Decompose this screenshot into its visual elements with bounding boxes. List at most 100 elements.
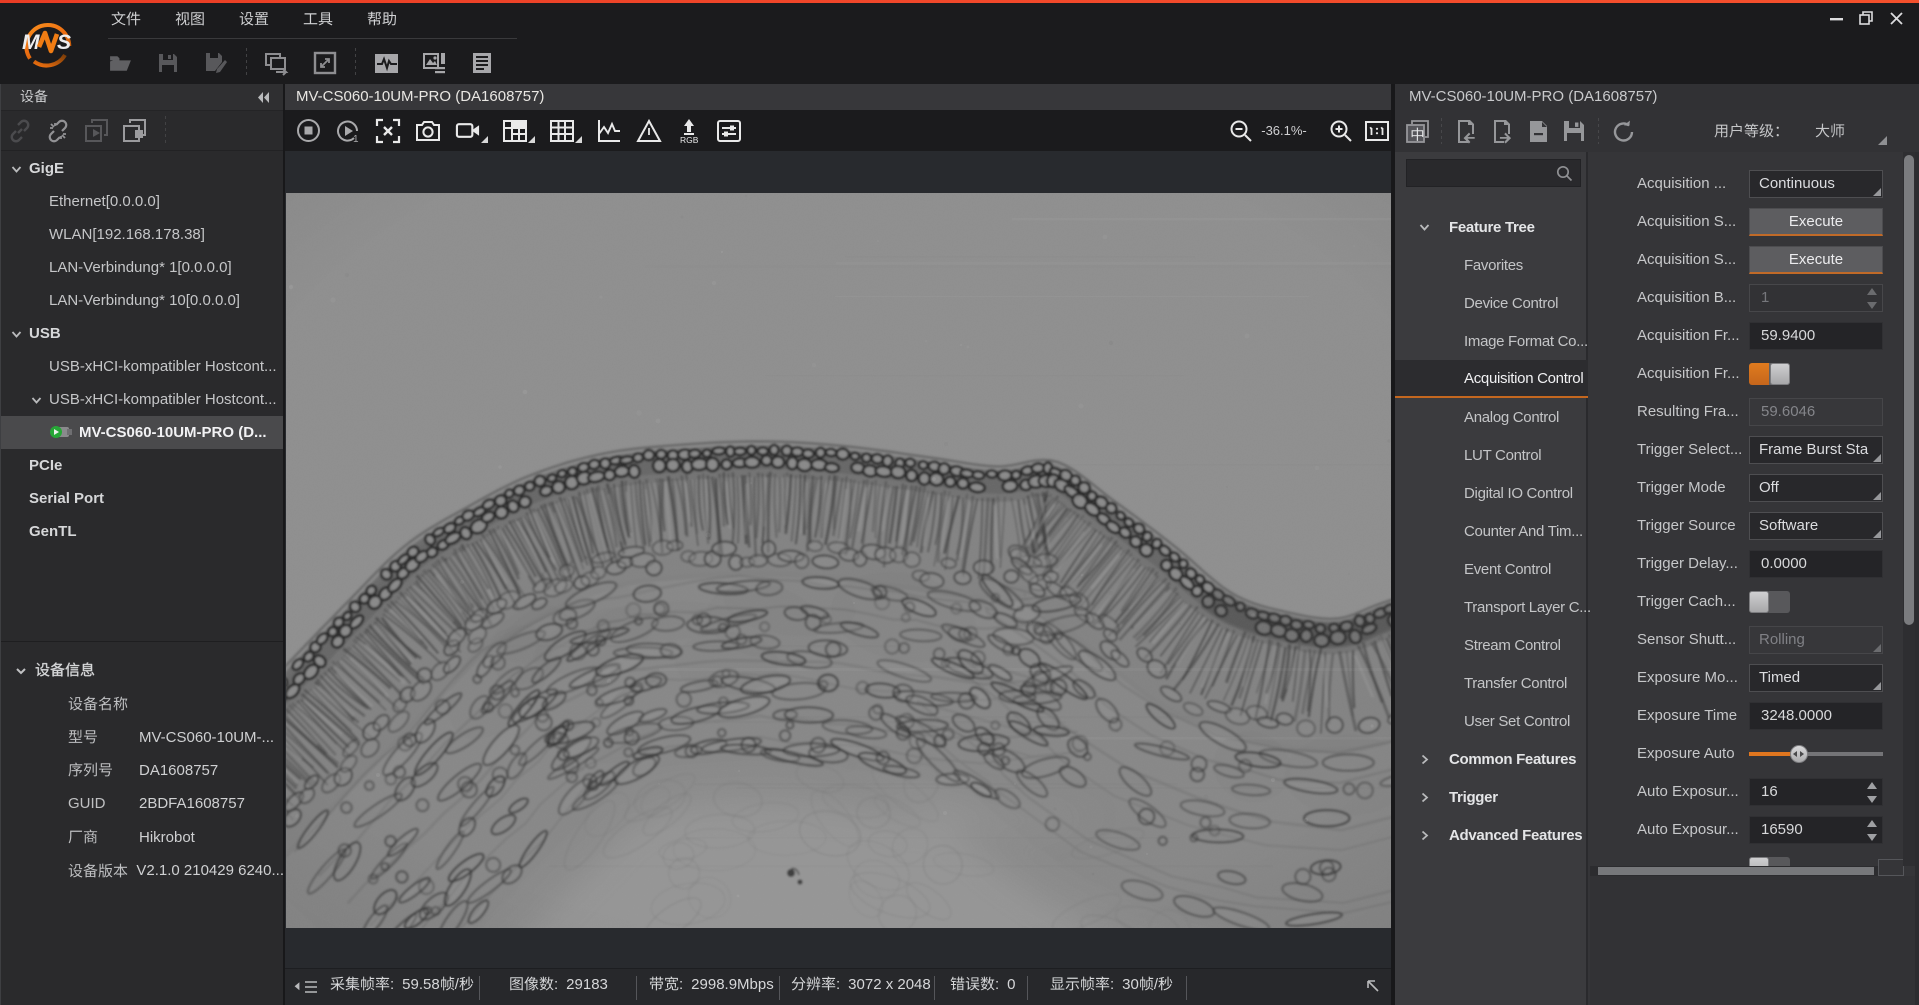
save-image-button[interactable]: [155, 50, 181, 76]
property-spinbox[interactable]: 16: [1749, 778, 1883, 806]
export-features-icon[interactable]: [1489, 118, 1515, 144]
property-input[interactable]: 59.9400: [1749, 322, 1883, 350]
dropdown-wedge[interactable]: [575, 136, 582, 143]
property-dropdown[interactable]: Timed: [1749, 664, 1883, 692]
chevron-right-icon[interactable]: [1419, 792, 1430, 803]
device-tree-item[interactable]: Ethernet[0.0.0.0]: [1, 185, 284, 218]
spin-up-icon[interactable]: [1867, 820, 1877, 827]
property-input[interactable]: 59.6046: [1749, 398, 1883, 426]
feature-tree-item[interactable]: Stream Control: [1395, 626, 1588, 664]
crosshair-icon[interactable]: [636, 118, 662, 144]
import-features-icon[interactable]: [1453, 118, 1479, 144]
device-tree-item[interactable]: Serial Port: [1, 482, 284, 515]
feature-tree-item[interactable]: Device Control: [1395, 284, 1588, 322]
property-input[interactable]: 0.0000: [1749, 550, 1883, 578]
feature-tree-item[interactable]: Transfer Control: [1395, 664, 1588, 702]
dropdown-wedge[interactable]: [481, 136, 488, 143]
property-toggle[interactable]: [1749, 363, 1790, 385]
chevron-down-icon[interactable]: [1419, 222, 1430, 233]
device-tree-item[interactable]: WLAN[192.168.178.38]: [1, 218, 284, 251]
hscroll-thumb[interactable]: [1598, 867, 1874, 875]
device-tree-item[interactable]: GenTL: [1, 515, 284, 548]
feature-tree-item[interactable]: Counter And Tim...: [1395, 512, 1588, 550]
property-dropdown[interactable]: Off: [1749, 474, 1883, 502]
split-view-icon[interactable]: [502, 118, 528, 144]
property-spinbox[interactable]: 16590: [1749, 816, 1883, 844]
spin-arrows[interactable]: [1867, 782, 1877, 803]
chevron-right-icon[interactable]: [1419, 754, 1430, 765]
spin-down-icon[interactable]: [1867, 796, 1877, 803]
save-as-button[interactable]: [203, 50, 229, 76]
property-toggle[interactable]: [1749, 857, 1790, 866]
execute-button[interactable]: Execute: [1749, 246, 1883, 274]
vscroll-thumb[interactable]: [1904, 155, 1914, 625]
feature-tree-item[interactable]: Common Features: [1395, 740, 1588, 778]
capture-image-icon[interactable]: [415, 118, 441, 144]
feature-tree-item[interactable]: Image Format Co...: [1395, 322, 1588, 360]
image-settings-icon[interactable]: [716, 118, 742, 144]
spin-up-icon[interactable]: [1867, 288, 1877, 295]
grid-view-icon[interactable]: [549, 118, 575, 144]
menu-file[interactable]: [94, 5, 158, 35]
feature-tree-item[interactable]: Favorites: [1395, 246, 1588, 284]
execute-button[interactable]: Execute: [1749, 208, 1883, 236]
export-file-icon[interactable]: [1525, 118, 1551, 144]
menu-view[interactable]: [158, 5, 222, 35]
device-tree-item[interactable]: GigE: [1, 152, 284, 185]
vertical-scrollbar[interactable]: [1903, 152, 1915, 866]
waveform-tool-button[interactable]: [373, 50, 399, 76]
feature-tree-item[interactable]: Transport Layer C...: [1395, 588, 1588, 626]
property-spinbox[interactable]: 1: [1749, 284, 1883, 312]
horizontal-scrollbar[interactable]: [1590, 866, 1903, 876]
chevron-right-icon[interactable]: [1419, 830, 1430, 841]
device-tree-item[interactable]: USB: [1, 317, 284, 350]
feature-tree-item[interactable]: LUT Control: [1395, 436, 1588, 474]
device-tree-item[interactable]: USB-xHCI-kompatibler Hostcont...: [1, 350, 284, 383]
record-video-icon[interactable]: [455, 118, 481, 144]
chevron-down-icon[interactable]: [31, 395, 42, 406]
spin-down-icon[interactable]: [1867, 834, 1877, 841]
feature-tree-item[interactable]: Analog Control: [1395, 398, 1588, 436]
device-tree-item[interactable]: MV-CS060-10UM-PRO (D...: [1, 416, 284, 449]
layout-switch-button[interactable]: [264, 50, 290, 76]
popout-arrow-icon[interactable]: [1365, 978, 1381, 994]
feature-tree-item[interactable]: User Set Control: [1395, 702, 1588, 740]
log-button[interactable]: [469, 50, 495, 76]
menu-tools[interactable]: [286, 5, 350, 35]
device-tree-item[interactable]: USB-xHCI-kompatibler Hostcont...: [1, 383, 284, 416]
save-features-icon[interactable]: [1561, 118, 1587, 144]
dropdown-wedge[interactable]: [528, 136, 535, 143]
property-toggle[interactable]: [1749, 591, 1790, 613]
fullscreen-button[interactable]: [312, 50, 338, 76]
refresh-icon[interactable]: [1610, 118, 1636, 144]
device-tree-item[interactable]: LAN-Verbindung* 1[0.0.0.0]: [1, 251, 284, 284]
image-log-button[interactable]: [421, 50, 447, 76]
feature-tree-item[interactable]: Feature Tree: [1395, 208, 1588, 246]
stop-acquisition-icon[interactable]: [295, 118, 321, 144]
open-image-button[interactable]: [107, 50, 133, 76]
rgb-adjust-icon[interactable]: RGB: [676, 118, 702, 144]
property-input[interactable]: 3248.0000: [1749, 702, 1883, 730]
minimize-button[interactable]: [1821, 5, 1851, 31]
property-dropdown[interactable]: Frame Burst Sta: [1749, 436, 1883, 464]
image-canvas[interactable]: [285, 151, 1391, 968]
zoom-in-icon[interactable]: [1328, 118, 1354, 144]
restore-button[interactable]: [1851, 5, 1881, 31]
device-tree-item[interactable]: PCIe: [1, 449, 284, 482]
connect-device-icon[interactable]: [7, 118, 33, 144]
histogram-icon[interactable]: [596, 118, 622, 144]
feature-tree-item[interactable]: Acquisition Control: [1395, 360, 1588, 398]
menu-help[interactable]: [350, 5, 414, 35]
start-all-acquisition-icon[interactable]: [83, 118, 109, 144]
property-slider[interactable]: [1749, 747, 1883, 761]
trigger-once-icon[interactable]: 1: [335, 118, 361, 144]
actual-size-icon[interactable]: [1364, 118, 1390, 144]
language-icon[interactable]: [1404, 118, 1430, 144]
fit-window-icon[interactable]: [375, 118, 401, 144]
stop-all-acquisition-icon[interactable]: [121, 118, 147, 144]
device-info-header[interactable]: [1, 654, 284, 687]
property-dropdown[interactable]: Rolling: [1749, 626, 1883, 654]
feature-tree-item[interactable]: Event Control: [1395, 550, 1588, 588]
feature-tree-item[interactable]: Trigger: [1395, 778, 1588, 816]
spin-arrows[interactable]: [1867, 820, 1877, 841]
